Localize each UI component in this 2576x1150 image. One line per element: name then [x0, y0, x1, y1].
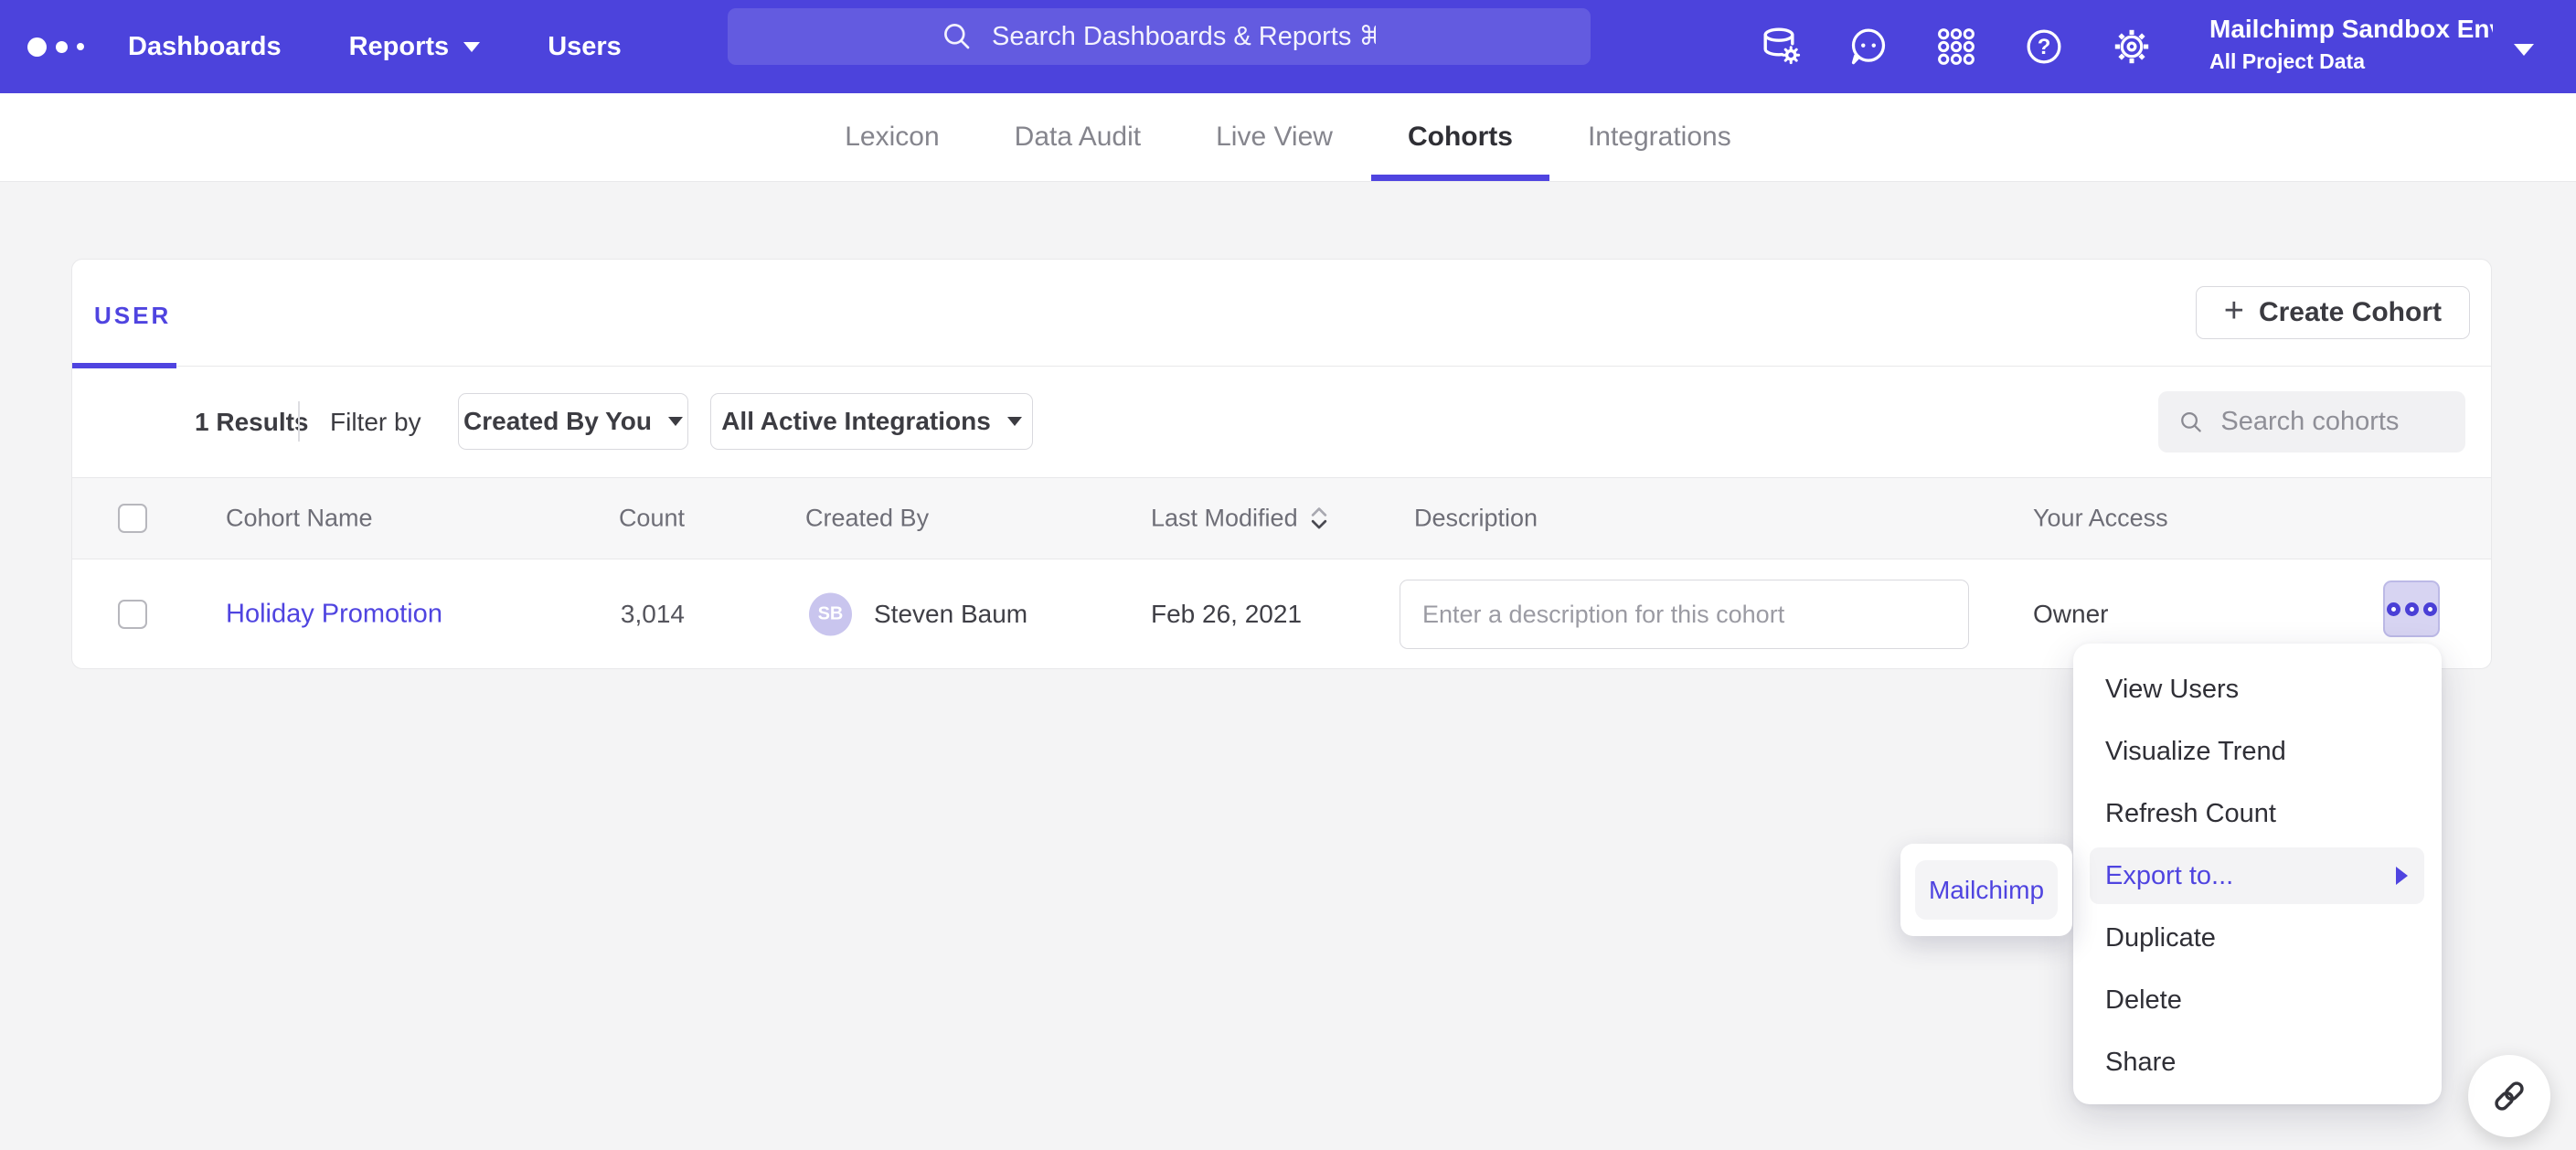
menu-item-duplicate[interactable]: Duplicate — [2073, 907, 2442, 969]
row-context-menu: View Users Visualize Trend Refresh Count… — [2073, 644, 2442, 1104]
menu-item-delete[interactable]: Delete — [2073, 969, 2442, 1031]
dot-icon — [2387, 602, 2400, 616]
menu-item-export-to[interactable]: Export to... — [2090, 847, 2424, 904]
header-created-by: Created By — [805, 505, 929, 533]
row-checkbox[interactable] — [118, 600, 147, 629]
global-search-input[interactable] — [990, 21, 1378, 53]
created-by-filter[interactable]: Created By You — [458, 393, 688, 450]
global-search[interactable] — [728, 8, 1591, 65]
header-cohort-name: Cohort Name — [226, 505, 373, 533]
search-icon — [941, 20, 974, 53]
chevron-down-icon — [463, 42, 480, 52]
project-scope: All Project Data — [2209, 49, 2493, 74]
link-icon — [2489, 1076, 2529, 1116]
dot-icon — [2423, 602, 2437, 616]
tab-user-cohorts[interactable]: USER — [94, 302, 171, 330]
plus-icon: + — [2224, 293, 2244, 328]
apps-grid-icon[interactable] — [1934, 25, 1978, 69]
header-count: Count — [511, 505, 685, 533]
card-header: USER + Create Cohort — [72, 260, 2491, 367]
project-name: Mailchimp Sandbox Env... — [2209, 15, 2493, 44]
filter-by-label: Filter by — [330, 408, 421, 437]
data-management-icon[interactable] — [1759, 25, 1803, 69]
top-nav: Dashboards Reports Users — [0, 0, 2576, 93]
submenu-arrow-icon — [2396, 867, 2408, 885]
tab-live-view[interactable]: Live View — [1216, 93, 1333, 181]
dot-icon — [2405, 602, 2419, 616]
row-more-options-button[interactable] — [2383, 580, 2440, 637]
chevron-down-icon — [668, 417, 683, 426]
feedback-icon[interactable] — [1847, 25, 1890, 69]
copy-link-button[interactable] — [2468, 1055, 2550, 1137]
primary-nav: Dashboards Reports Users — [128, 0, 622, 93]
table-header: Cohort Name Count Created By Last Modifi… — [72, 477, 2491, 559]
menu-item-visualize-trend[interactable]: Visualize Trend — [2073, 720, 2442, 783]
menu-item-view-users[interactable]: View Users — [2073, 658, 2442, 720]
header-description: Description — [1414, 505, 1538, 533]
submenu-item-mailchimp[interactable]: Mailchimp — [1915, 860, 2058, 920]
nav-reports[interactable]: Reports — [349, 32, 481, 62]
cohorts-page: Dashboards Reports Users — [0, 0, 2576, 1150]
data-management-tabs: Lexicon Data Audit Live View Cohorts Int… — [0, 93, 2576, 182]
avatar: SB — [809, 593, 852, 636]
tab-cohorts[interactable]: Cohorts — [1408, 93, 1513, 181]
cohort-search-input[interactable] — [2219, 406, 2445, 438]
nav-users[interactable]: Users — [548, 32, 622, 62]
creator-name: Steven Baum — [874, 600, 1027, 629]
divider — [298, 401, 300, 442]
sort-icon — [1309, 505, 1329, 532]
results-count: 1 Results — [195, 408, 309, 437]
project-chevron-down-icon[interactable] — [2514, 44, 2534, 56]
last-modified-date: Feb 26, 2021 — [1151, 600, 1302, 629]
settings-gear-icon[interactable] — [2110, 25, 2154, 69]
mixpanel-logo-icon[interactable] — [27, 0, 84, 93]
tab-data-audit[interactable]: Data Audit — [1015, 93, 1141, 181]
header-your-access: Your Access — [2033, 505, 2168, 533]
description-field-wrap — [1400, 580, 1969, 649]
description-input[interactable] — [1400, 601, 1968, 629]
search-icon — [2178, 407, 2204, 438]
cohort-count: 3,014 — [511, 600, 685, 629]
tab-integrations[interactable]: Integrations — [1588, 93, 1731, 181]
select-all-checkbox[interactable] — [118, 504, 147, 533]
filter-row: 1 Results Filter by Created By You All A… — [72, 367, 2491, 477]
svg-text:?: ? — [2038, 35, 2051, 59]
tab-lexicon[interactable]: Lexicon — [845, 93, 939, 181]
export-submenu: Mailchimp — [1900, 844, 2072, 936]
project-selector[interactable]: Mailchimp Sandbox Env... All Project Dat… — [2209, 15, 2493, 74]
menu-item-refresh-count[interactable]: Refresh Count — [2073, 783, 2442, 845]
header-last-modified[interactable]: Last Modified — [1151, 505, 1329, 533]
cohort-search[interactable] — [2158, 391, 2465, 453]
access-level: Owner — [2033, 600, 2108, 629]
cohort-name-link[interactable]: Holiday Promotion — [226, 600, 442, 630]
menu-item-share[interactable]: Share — [2073, 1031, 2442, 1093]
help-icon[interactable]: ? — [2022, 25, 2066, 69]
create-cohort-button[interactable]: + Create Cohort — [2196, 286, 2470, 339]
chevron-down-icon — [1007, 417, 1022, 426]
top-nav-icons: ? — [1759, 0, 2154, 93]
nav-dashboards[interactable]: Dashboards — [128, 32, 282, 62]
integrations-filter[interactable]: All Active Integrations — [710, 393, 1033, 450]
cohorts-card: USER + Create Cohort 1 Results Filter by… — [71, 259, 2492, 669]
